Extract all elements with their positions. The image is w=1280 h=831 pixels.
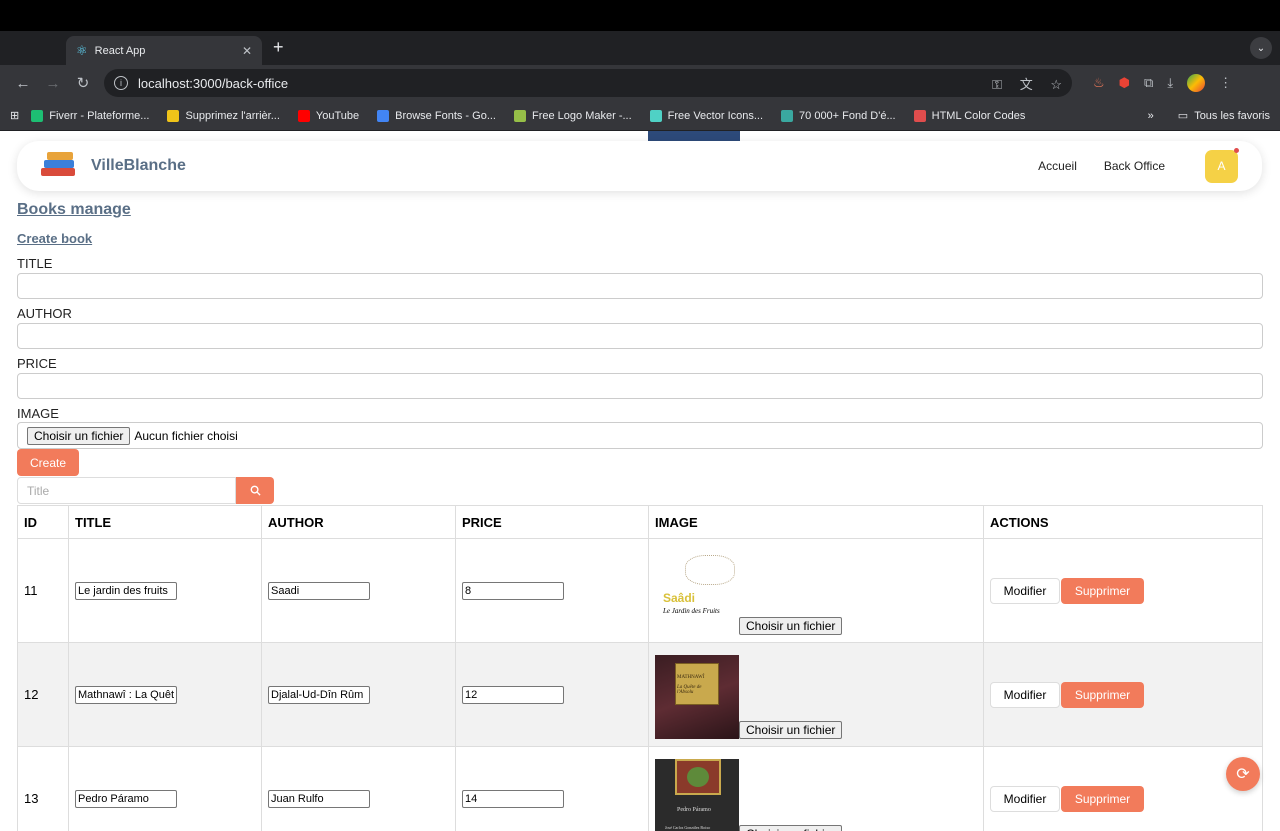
kebab-menu-icon[interactable]: ⋮ <box>1219 75 1232 91</box>
col-actions: ACTIONS <box>983 505 1263 539</box>
screen-top-bar <box>0 0 1280 31</box>
modify-button[interactable]: Modifier <box>990 681 1060 708</box>
price-cell-input[interactable]: 12 <box>462 685 564 704</box>
page-title[interactable]: Books manage <box>17 201 1263 219</box>
puzzle-icon[interactable]: ⧉ <box>1144 75 1153 91</box>
table-row: 13 Pedro Páramo Juan Rulfo 14 Pedro Pára… <box>17 746 1263 831</box>
delete-button[interactable]: Supprimer <box>1061 785 1144 812</box>
bookmark-item[interactable]: YouTube <box>297 109 359 122</box>
cell-id: 13 <box>17 746 69 831</box>
delete-button[interactable]: Supprimer <box>1061 577 1144 604</box>
all-bookmarks-link[interactable]: Tous les favoris <box>1194 110 1270 122</box>
file-status: Aucun fichier choisi <box>134 428 238 443</box>
price-cell-input[interactable]: 14 <box>462 789 564 808</box>
shield-extension-icon[interactable]: ⬢ <box>1119 75 1130 91</box>
site-info-icon[interactable]: i <box>114 76 128 90</box>
forward-icon[interactable]: → <box>38 75 68 92</box>
back-icon[interactable]: ← <box>8 75 38 92</box>
chevron-down-icon[interactable]: ⌄ <box>1250 37 1272 59</box>
create-book-link[interactable]: Create book <box>17 231 1263 246</box>
key-icon[interactable]: ⚿ <box>992 77 1002 92</box>
bookmark-item[interactable]: HTML Color Codes <box>913 109 1025 122</box>
title-cell-input[interactable]: Le jardin des fruits <box>75 581 177 600</box>
title-cell-input[interactable]: Pedro Páramo <box>75 789 177 808</box>
book-cover-image: Saâdi Le Jardin des Fruits <box>655 550 739 635</box>
bookmark-item[interactable]: Free Logo Maker -... <box>514 109 632 122</box>
price-label: PRICE <box>17 356 57 371</box>
url-text[interactable]: localhost:3000/back-office <box>138 76 978 91</box>
tab-title: React App <box>94 44 146 57</box>
scrolled-image-fragment <box>648 131 740 141</box>
books-table: ID TITLE AUTHOR PRICE IMAGE ACTIONS 11 L… <box>17 505 1263 831</box>
address-bar[interactable]: i localhost:3000/back-office ⚿ 文 ☆ <box>104 69 1072 97</box>
browser-tab[interactable]: ⚛ React App ✕ <box>66 36 262 65</box>
cell-id: 12 <box>17 642 69 747</box>
bookmark-item[interactable]: 70 000+ Fond D'é... <box>781 109 896 122</box>
refresh-fab-icon[interactable]: ⟳ <box>1226 757 1260 791</box>
page: VilleBlanche Accueil Back Office A Books… <box>0 131 1280 831</box>
tab-strip: ⚛ React App ✕ + ⌄ <box>0 31 1280 65</box>
image-label: IMAGE <box>17 406 59 421</box>
title-label: TITLE <box>17 256 53 271</box>
apps-icon[interactable]: ⊞ <box>10 109 19 122</box>
book-cover-image: MATHNAWÎ La Quête de l'Absolu <box>655 654 739 739</box>
price-input[interactable] <box>17 373 1263 399</box>
browser-toolbar: ← → ↻ i localhost:3000/back-office ⚿ 文 ☆… <box>0 65 1280 101</box>
search-bar: Title <box>17 477 1263 504</box>
choose-file-button[interactable]: Choisir un fichier <box>739 616 843 635</box>
user-avatar[interactable]: A <box>1205 147 1239 183</box>
price-cell-input[interactable]: 8 <box>462 581 564 600</box>
author-label: AUTHOR <box>17 306 72 321</box>
col-author: AUTHOR <box>261 505 456 539</box>
notification-dot <box>1234 147 1239 153</box>
col-title: TITLE <box>68 505 262 539</box>
close-icon[interactable]: ✕ <box>242 44 252 58</box>
bookmark-item[interactable]: Browse Fonts - Go... <box>377 109 496 122</box>
create-button[interactable]: Create <box>17 449 79 476</box>
col-id: ID <box>17 505 69 539</box>
delete-button[interactable]: Supprimer <box>1061 681 1144 708</box>
main-content: Books manage Create book TITLE AUTHOR PR… <box>17 201 1263 831</box>
author-cell-input[interactable]: Juan Rulfo <box>268 789 370 808</box>
col-image: IMAGE <box>648 505 984 539</box>
table-header-row: ID TITLE AUTHOR PRICE IMAGE ACTIONS <box>17 505 1263 539</box>
bookmark-item[interactable]: Supprimez l'arrièr... <box>167 109 280 122</box>
table-row: 12 Mathnawî : La Quêt Djalal-Ud-Dîn Rûm … <box>17 642 1263 747</box>
download-icon[interactable]: ⤓ <box>1167 75 1173 91</box>
bookmark-item[interactable]: Fiverr - Plateforme... <box>31 109 149 122</box>
more-bookmarks-icon[interactable]: » <box>1148 110 1154 122</box>
fire-extension-icon[interactable]: ♨ <box>1093 75 1105 91</box>
profile-avatar-icon[interactable] <box>1187 74 1206 92</box>
cell-id: 11 <box>17 538 69 643</box>
bookmark-item[interactable]: Free Vector Icons... <box>649 109 763 122</box>
translate-icon[interactable]: 文 <box>1020 77 1033 92</box>
folder-icon: ▭ <box>1177 110 1189 122</box>
modify-button[interactable]: Modifier <box>990 785 1060 812</box>
book-cover-image: Pedro Páramo José Carlos González Boixo <box>655 758 739 831</box>
title-cell-input[interactable]: Mathnawî : La Quêt <box>75 685 177 704</box>
choose-file-button[interactable]: Choisir un fichier <box>27 426 131 445</box>
nav-back-office[interactable]: Back Office <box>1104 159 1165 173</box>
author-input[interactable] <box>17 323 1263 349</box>
image-file-input[interactable]: Choisir un fichier Aucun fichier choisi <box>17 422 1263 449</box>
title-input[interactable] <box>17 273 1263 299</box>
react-icon: ⚛ <box>76 42 88 58</box>
books-logo-icon[interactable] <box>41 150 77 182</box>
app-header: VilleBlanche Accueil Back Office A <box>17 141 1262 191</box>
star-icon[interactable]: ☆ <box>1050 77 1062 92</box>
author-cell-input[interactable]: Saadi <box>268 581 370 600</box>
bookmarks-bar: ⊞ Fiverr - Plateforme... Supprimez l'arr… <box>0 101 1280 131</box>
author-cell-input[interactable]: Djalal-Ud-Dîn Rûm <box>268 685 370 704</box>
choose-file-button[interactable]: Choisir un fichier <box>739 720 843 739</box>
choose-file-button[interactable]: Choisir un fichier <box>739 824 843 831</box>
table-row: 11 Le jardin des fruits Saadi 8 Saâdi Le… <box>17 538 1263 643</box>
nav-accueil[interactable]: Accueil <box>1038 159 1077 173</box>
search-input[interactable]: Title <box>17 477 236 504</box>
search-icon[interactable] <box>236 477 274 504</box>
brand-name[interactable]: VilleBlanche <box>91 157 186 175</box>
modify-button[interactable]: Modifier <box>990 577 1060 604</box>
col-price: PRICE <box>455 505 649 539</box>
reload-icon[interactable]: ↻ <box>68 74 98 92</box>
new-tab-icon[interactable]: + <box>273 37 284 58</box>
